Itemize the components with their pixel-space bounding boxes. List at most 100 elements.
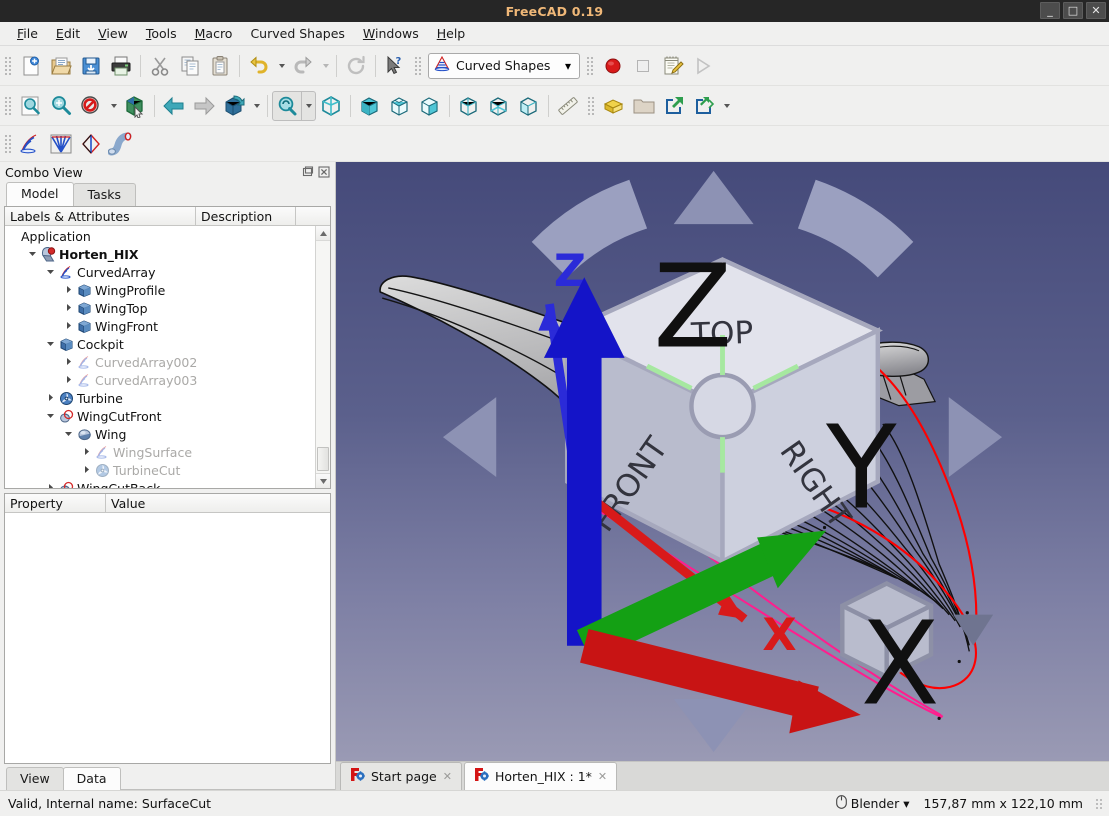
fit-selection-icon[interactable] (46, 91, 76, 121)
macro-execute-icon[interactable] (688, 51, 718, 81)
print-icon[interactable] (106, 51, 136, 81)
zoom-icon[interactable] (272, 90, 302, 121)
link-group-icon[interactable] (689, 91, 719, 121)
3d-viewport[interactable]: TOP FRONT RIGHT Z X Z Y X (336, 162, 1109, 761)
tree-item-wingcutfront[interactable]: WingCutFront (5, 407, 315, 425)
top-view-icon[interactable] (385, 91, 415, 121)
expand-arrow-icon[interactable] (43, 393, 57, 404)
tree-item-application[interactable]: Application (5, 227, 315, 245)
macro-edit-icon[interactable] (658, 51, 688, 81)
minimize-button[interactable]: _ (1040, 2, 1060, 19)
menu-windows[interactable]: Windows (354, 23, 428, 44)
paste-icon[interactable] (205, 51, 235, 81)
undo-dropdown[interactable] (274, 51, 288, 81)
tree-scrollbar[interactable] (315, 226, 330, 488)
rear-view-icon[interactable] (454, 91, 484, 121)
expand-arrow-icon[interactable] (61, 303, 75, 314)
tree-column-description[interactable]: Description (196, 207, 296, 225)
scroll-down-arrow[interactable] (316, 473, 330, 488)
measure-icon[interactable] (553, 91, 583, 121)
link-dropdown[interactable] (719, 91, 733, 121)
right-view-icon[interactable] (415, 91, 445, 121)
scrollbar-track[interactable] (316, 241, 330, 473)
toolbar-grip[interactable] (3, 133, 13, 155)
close-icon[interactable]: ✕ (443, 770, 452, 783)
std-views-icon[interactable] (219, 91, 249, 121)
tree-item-curvedarray[interactable]: CurvedArray (5, 263, 315, 281)
tree-item-turbinecut[interactable]: TurbineCut (5, 461, 315, 479)
fit-all-icon[interactable] (16, 91, 46, 121)
expand-arrow-icon[interactable] (61, 375, 75, 386)
toolbar-grip[interactable] (413, 55, 423, 77)
macro-record-icon[interactable] (598, 51, 628, 81)
interpolated-middle-icon[interactable] (46, 129, 76, 159)
scroll-up-arrow[interactable] (316, 226, 330, 241)
draw-style-icon[interactable] (76, 91, 106, 121)
tree-item-curvedarray002[interactable]: CurvedArray002 (5, 353, 315, 371)
group-folder-icon[interactable] (629, 91, 659, 121)
open-document-icon[interactable] (46, 51, 76, 81)
sweep2rails-icon[interactable] (106, 129, 136, 159)
tree-item-wingcutback[interactable]: WingCutBack (5, 479, 315, 488)
tree-item-wingsurface[interactable]: WingSurface (5, 443, 315, 461)
tab-start-page[interactable]: Start page ✕ (340, 762, 462, 790)
toolbar-grip[interactable] (586, 95, 596, 117)
property-column-property[interactable]: Property (5, 494, 106, 512)
tab-model[interactable]: Model (6, 182, 74, 206)
refresh-icon[interactable] (341, 51, 371, 81)
tree-item-wingfront[interactable]: WingFront (5, 317, 315, 335)
expand-arrow-icon[interactable] (61, 357, 75, 368)
draw-style-dropdown[interactable] (106, 91, 120, 121)
toolbar-grip[interactable] (3, 95, 13, 117)
macro-stop-icon[interactable] (628, 51, 658, 81)
expand-arrow-icon[interactable] (61, 285, 75, 296)
close-button[interactable]: ✕ (1086, 2, 1106, 19)
collapse-arrow-icon[interactable] (25, 249, 39, 260)
maximize-button[interactable]: □ (1063, 2, 1083, 19)
tree-item-wing[interactable]: Wing (5, 425, 315, 443)
tree-item-wingtop[interactable]: WingTop (5, 299, 315, 317)
copy-icon[interactable] (175, 51, 205, 81)
expand-arrow-icon[interactable] (61, 321, 75, 332)
expand-arrow-icon[interactable] (79, 447, 93, 458)
std-views-dropdown[interactable] (249, 91, 263, 121)
tab-tasks[interactable]: Tasks (72, 183, 137, 206)
property-column-value[interactable]: Value (106, 494, 330, 512)
back-arrow-icon[interactable] (159, 91, 189, 121)
property-rows[interactable] (5, 513, 330, 763)
tab-data[interactable]: Data (62, 767, 121, 790)
redo-dropdown[interactable] (318, 51, 332, 81)
menu-macro[interactable]: Macro (186, 23, 242, 44)
left-view-icon[interactable] (514, 91, 544, 121)
collapse-arrow-icon[interactable] (43, 339, 57, 350)
tab-horten-hix[interactable]: Horten_HIX : 1* ✕ (463, 762, 618, 790)
redo-icon[interactable] (288, 51, 318, 81)
collapse-arrow-icon[interactable] (43, 411, 57, 422)
collapse-arrow-icon[interactable] (61, 429, 75, 440)
undo-icon[interactable] (244, 51, 274, 81)
box-selection-icon[interactable] (120, 91, 150, 121)
tree-item-horten-hix[interactable]: Horten_HIX (5, 245, 315, 263)
save-document-icon[interactable] (76, 51, 106, 81)
menu-file[interactable]: File (8, 23, 47, 44)
expand-arrow-icon[interactable] (79, 465, 93, 476)
menu-curved-shapes[interactable]: Curved Shapes (241, 23, 353, 44)
tree-item-curvedarray003[interactable]: CurvedArray003 (5, 371, 315, 389)
part-box-icon[interactable] (599, 91, 629, 121)
tree-item-wingprofile[interactable]: WingProfile (5, 281, 315, 299)
workbench-selector[interactable]: Curved Shapes ▾ (428, 52, 580, 79)
tab-view[interactable]: View (6, 767, 64, 790)
tree-item-cockpit[interactable]: Cockpit (5, 335, 315, 353)
cut-icon[interactable] (145, 51, 175, 81)
zoom-dropdown[interactable] (302, 90, 316, 121)
menu-tools[interactable]: Tools (137, 23, 186, 44)
forward-arrow-icon[interactable] (189, 91, 219, 121)
link-icon[interactable] (659, 91, 689, 121)
whats-this-icon[interactable]: ? (380, 51, 410, 81)
float-panel-icon[interactable] (301, 165, 315, 179)
toolbar-grip[interactable] (585, 55, 595, 77)
axonometric-view-icon[interactable] (316, 91, 346, 121)
toolbar-grip[interactable] (3, 55, 13, 77)
close-panel-icon[interactable] (317, 165, 331, 179)
curved-segment-icon[interactable] (76, 129, 106, 159)
